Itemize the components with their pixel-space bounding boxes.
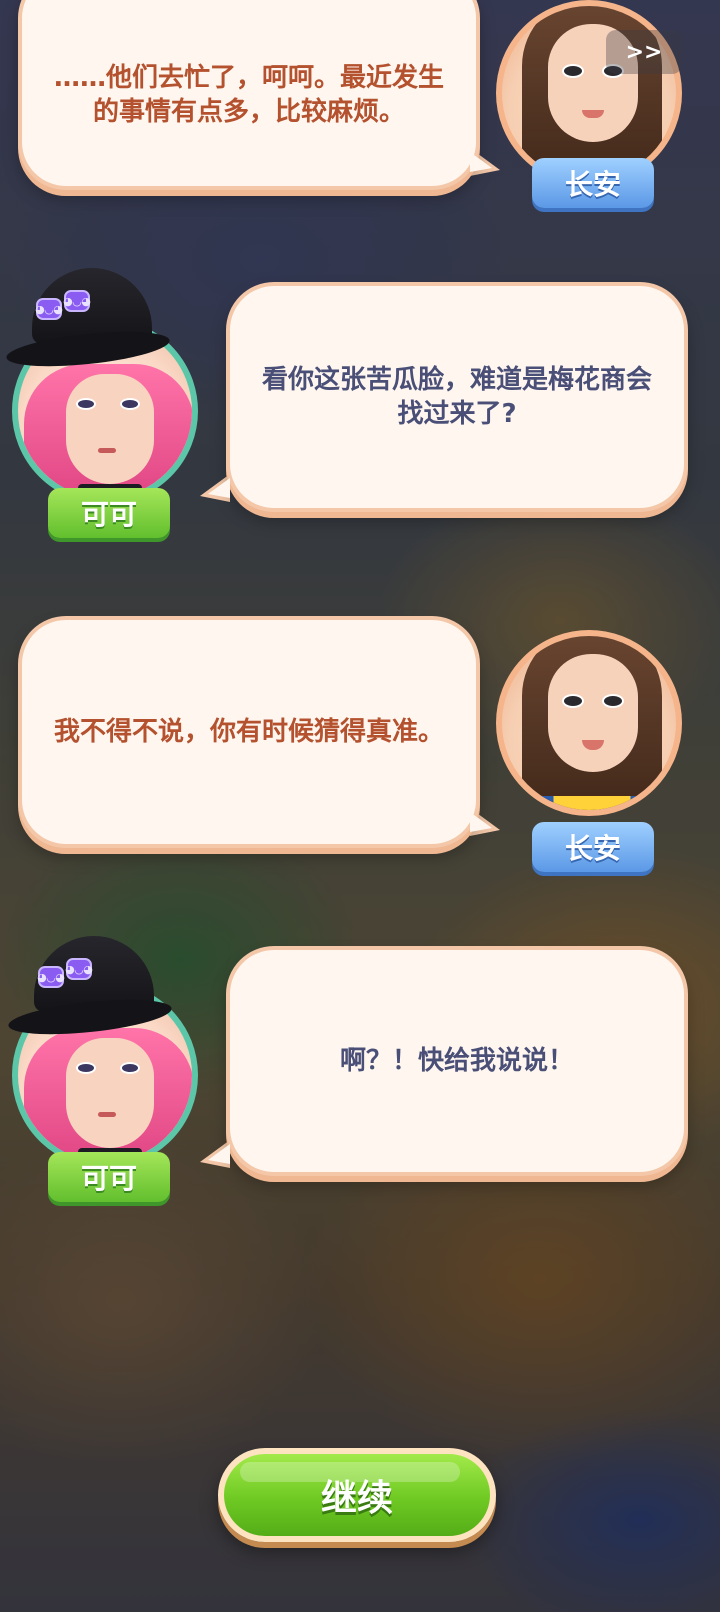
continue-button[interactable]: 继续: [218, 1448, 496, 1542]
dialogue-bubble-4: 啊？！快给我说说！: [226, 946, 688, 1176]
dialogue-text-3: 我不得不说，你有时候猜得真准。: [53, 717, 444, 747]
dialogue-text-2: 看你这张苦瓜脸，难道是梅花商会找过来了?: [261, 365, 652, 429]
name-tag-keke-1: 可可: [48, 488, 170, 538]
dialogue-text-4: 啊？！快给我说说！: [339, 1046, 574, 1076]
name-tag-changan-1: 长安: [532, 158, 654, 208]
name-tag-changan-2: 长安: [532, 822, 654, 872]
skip-button[interactable]: >>: [606, 30, 682, 74]
dialogue-bubble-2: 看你这张苦瓜脸，难道是梅花商会找过来了?: [226, 282, 688, 512]
dialogue-text-1: ……他们去忙了，呵呵。最近发生的事情有点多，比较麻烦。: [53, 63, 444, 127]
hat-pin-icon: ◕◡◕: [63, 290, 91, 312]
continue-button-label: 继续: [320, 1478, 393, 1519]
hat-pin-icon: ◕◡◕: [37, 966, 65, 988]
name-tag-keke-2: 可可: [48, 1152, 170, 1202]
dialogue-bubble-3: 我不得不说，你有时候猜得真准。: [18, 616, 480, 848]
hat-pin-icon: ◕◡◕: [35, 298, 63, 320]
dialogue-bubble-1: ……他们去忙了，呵呵。最近发生的事情有点多，比较麻烦。: [18, 0, 480, 190]
hat-keke-2: ◕◡◕ ◕◡◕: [6, 936, 174, 1041]
avatar-changan-2: [496, 630, 682, 816]
hat-pin-icon: ◕◡◕: [65, 958, 93, 980]
hat-keke-1: ◕◡◕ ◕◡◕: [4, 268, 172, 373]
